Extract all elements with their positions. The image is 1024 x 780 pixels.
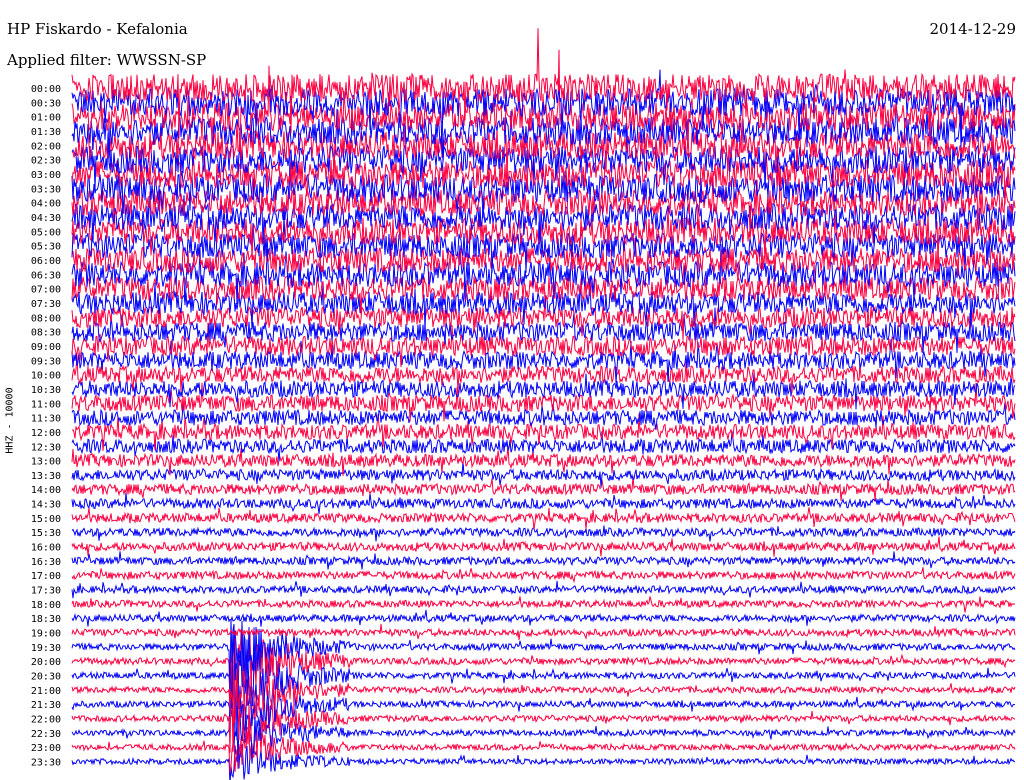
- row-time-label: 18:00: [31, 600, 61, 611]
- row-time-label: 02:00: [31, 141, 61, 152]
- trace-row-1600: [71, 536, 1016, 557]
- trace-row-1500: [71, 507, 1016, 530]
- row-time-label: 18:30: [31, 614, 61, 625]
- row-time-label: 02:30: [31, 156, 61, 167]
- row-time-label: 09:00: [31, 342, 61, 353]
- trace-row-1430: [71, 491, 1016, 515]
- row-time-label: 11:30: [31, 414, 61, 425]
- row-time-label: 12:00: [31, 428, 61, 439]
- trace-row-2000: [71, 628, 1016, 710]
- helicorder-plot: 00:00 00:30 01:00 01:30 02:00 02:30 03:00 03:30…: [31, 28, 1016, 780]
- row-time-label: 19:00: [31, 629, 61, 640]
- trace-row-2200: [71, 685, 1016, 753]
- row-time-label: 00:00: [31, 84, 61, 95]
- trace-row-2030: [71, 630, 1016, 710]
- row-time-label: 16:00: [31, 543, 61, 554]
- row-time-label: 14:30: [31, 500, 61, 511]
- trace-row-1030: [71, 372, 1016, 410]
- trace-row-1700: [71, 567, 1016, 584]
- row-time-label: 14:00: [31, 485, 61, 496]
- row-time-label: 03:30: [31, 184, 61, 195]
- row-time-label: 16:30: [31, 557, 61, 568]
- row-time-label: 04:00: [31, 199, 61, 210]
- trace-row-1830: [71, 609, 1016, 627]
- row-time-label: 21:00: [31, 686, 61, 697]
- trace-row-2230: [71, 700, 1016, 763]
- row-time-label: 22:00: [31, 715, 61, 726]
- row-time-label: 00:30: [31, 98, 61, 109]
- row-time-label: 08:30: [31, 328, 61, 339]
- row-time-label: 15:30: [31, 528, 61, 539]
- station-title: HP Fiskardo - Kefalonia: [7, 20, 188, 38]
- trace-row-1400: [71, 476, 1016, 501]
- row-time-label: 15:00: [31, 514, 61, 525]
- row-time-label: 23:00: [31, 743, 61, 754]
- row-time-label: 07:30: [31, 299, 61, 310]
- row-time-label: 23:30: [31, 758, 61, 769]
- row-time-label: 17:30: [31, 586, 61, 597]
- trace-row-1530: [71, 525, 1016, 542]
- row-time-label: 04:30: [31, 213, 61, 224]
- date-label: 2014-12-29: [929, 20, 1016, 38]
- trace-row-1900: [71, 624, 1016, 641]
- row-time-label: 22:30: [31, 729, 61, 740]
- row-time-label: 10:30: [31, 385, 61, 396]
- trace-row-1730: [71, 580, 1016, 599]
- row-time-label: 01:30: [31, 127, 61, 138]
- row-time-label: 08:00: [31, 313, 61, 324]
- row-time-label: 12:30: [31, 442, 61, 453]
- row-time-label: 07:00: [31, 285, 61, 296]
- row-time-label: 13:30: [31, 471, 61, 482]
- row-time-label: 01:00: [31, 113, 61, 124]
- row-time-label: 06:00: [31, 256, 61, 267]
- row-time-label: 11:00: [31, 399, 61, 410]
- row-time-label: 20:00: [31, 657, 61, 668]
- row-time-label: 20:30: [31, 672, 61, 683]
- row-time-label: 05:30: [31, 242, 61, 253]
- row-time-label: 09:30: [31, 356, 61, 367]
- row-time-label: 10:00: [31, 371, 61, 382]
- row-time-label: 06:30: [31, 270, 61, 281]
- row-time-label: 13:00: [31, 457, 61, 468]
- row-time-label: 21:30: [31, 700, 61, 711]
- trace-row-1800: [71, 596, 1016, 613]
- row-time-label: 05:00: [31, 227, 61, 238]
- row-time-label: 19:30: [31, 643, 61, 654]
- row-time-label: 03:00: [31, 170, 61, 181]
- row-time-label: 17:00: [31, 571, 61, 582]
- filter-label: Applied filter: WWSSN-SP: [7, 51, 207, 69]
